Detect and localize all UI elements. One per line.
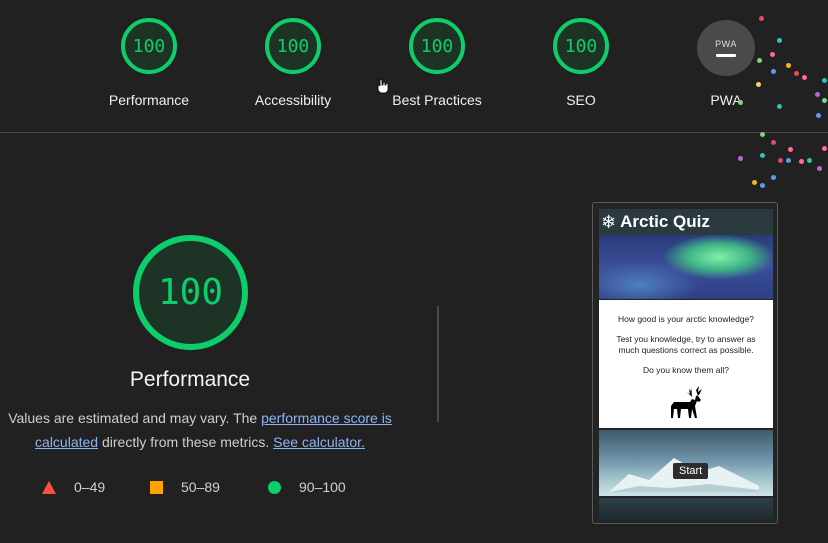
triangle-icon (42, 480, 56, 494)
final-screenshot[interactable]: ❄ Arctic Quiz How good is your arctic kn… (592, 202, 778, 524)
app-title: Arctic Quiz (620, 212, 710, 231)
quiz-instruction: Test you knowledge, try to answer as muc… (616, 334, 756, 355)
confetti-dot (738, 156, 743, 161)
performance-title: Performance (129, 368, 251, 391)
confetti-dot (822, 78, 827, 83)
see-calculator-link[interactable]: See calculator. (273, 434, 365, 450)
legend-average: 50–89 (150, 479, 220, 495)
confetti-dot (770, 52, 775, 57)
accessibility-gauge-label[interactable]: Accessibility (223, 92, 363, 108)
quiz-prompt: Do you know them all? (643, 365, 729, 375)
scores-header: 100 Performance 100 Accessibility 100 Be… (0, 0, 828, 133)
description-text: Values are estimated and may vary. The (8, 410, 262, 426)
confetti-dot (816, 113, 821, 118)
gauge-score: 100 (132, 35, 166, 57)
confetti-dot (815, 92, 820, 97)
confetti-dot (771, 69, 776, 74)
confetti-dot (771, 140, 776, 145)
best-practices-gauge[interactable]: 100 (409, 18, 465, 74)
confetti-dot (777, 104, 782, 109)
confetti-dot (822, 98, 827, 103)
confetti-dot (760, 132, 765, 137)
confetti-dot (807, 158, 812, 163)
performance-gauge[interactable]: 100 (121, 18, 177, 74)
legend-range: 0–49 (74, 479, 106, 495)
seo-gauge-label[interactable]: SEO (511, 92, 651, 108)
confetti-dot (771, 175, 776, 180)
confetti-dot (759, 16, 764, 21)
landscape-image: Start (599, 430, 773, 496)
gauge-score: 100 (564, 35, 598, 57)
water-image (599, 498, 773, 520)
confetti-dot (817, 166, 822, 171)
confetti-dot (752, 180, 757, 185)
performance-score: 100 (157, 272, 224, 313)
confetti-dot (778, 158, 783, 163)
description-text: directly from these metrics. (98, 434, 274, 450)
confetti-dot (788, 147, 793, 152)
best-practices-gauge-label[interactable]: Best Practices (367, 92, 507, 108)
score-description: Values are estimated and may vary. The p… (0, 406, 410, 454)
square-icon (150, 480, 163, 494)
pwa-badge-text: PWA (715, 39, 737, 49)
snowflake-icon: ❄ (601, 211, 617, 232)
confetti-dot (777, 38, 782, 43)
start-button[interactable]: Start (673, 463, 709, 479)
gauge-score: 100 (420, 35, 454, 57)
vertical-divider (437, 306, 439, 422)
pwa-dash-icon (716, 54, 736, 57)
confetti-dot (786, 63, 791, 68)
reindeer-icon (671, 384, 702, 418)
confetti-dot (822, 146, 827, 151)
performance-gauge-label[interactable]: Performance (79, 92, 219, 108)
confetti-dot (794, 71, 799, 76)
aurora-image (599, 235, 773, 299)
confetti-dot (760, 153, 765, 158)
gauge-score: 100 (276, 35, 310, 57)
legend-pass: 90–100 (268, 479, 346, 495)
app-header: ❄ Arctic Quiz (599, 209, 773, 235)
quiz-intro-card: How good is your arctic knowledge? Test … (599, 300, 773, 428)
confetti-dot (802, 75, 807, 80)
circle-icon (268, 480, 281, 494)
quiz-question: How good is your arctic knowledge? (617, 314, 755, 324)
legend-range: 90–100 (299, 479, 346, 495)
hand-cursor-icon (377, 79, 389, 94)
confetti-dot (786, 158, 791, 163)
legend-range: 50–89 (181, 479, 220, 495)
legend-fail: 0–49 (42, 479, 105, 495)
confetti-dot (756, 82, 761, 87)
pwa-gauge-label[interactable]: PWA (656, 92, 796, 108)
seo-gauge[interactable]: 100 (553, 18, 609, 74)
confetti-dot (738, 100, 743, 105)
accessibility-gauge[interactable]: 100 (265, 18, 321, 74)
confetti-dot (760, 183, 765, 188)
performance-score-gauge: 100 (133, 235, 248, 350)
pwa-badge[interactable]: PWA (697, 20, 755, 76)
confetti-dot (799, 159, 804, 164)
confetti-dot (757, 58, 762, 63)
